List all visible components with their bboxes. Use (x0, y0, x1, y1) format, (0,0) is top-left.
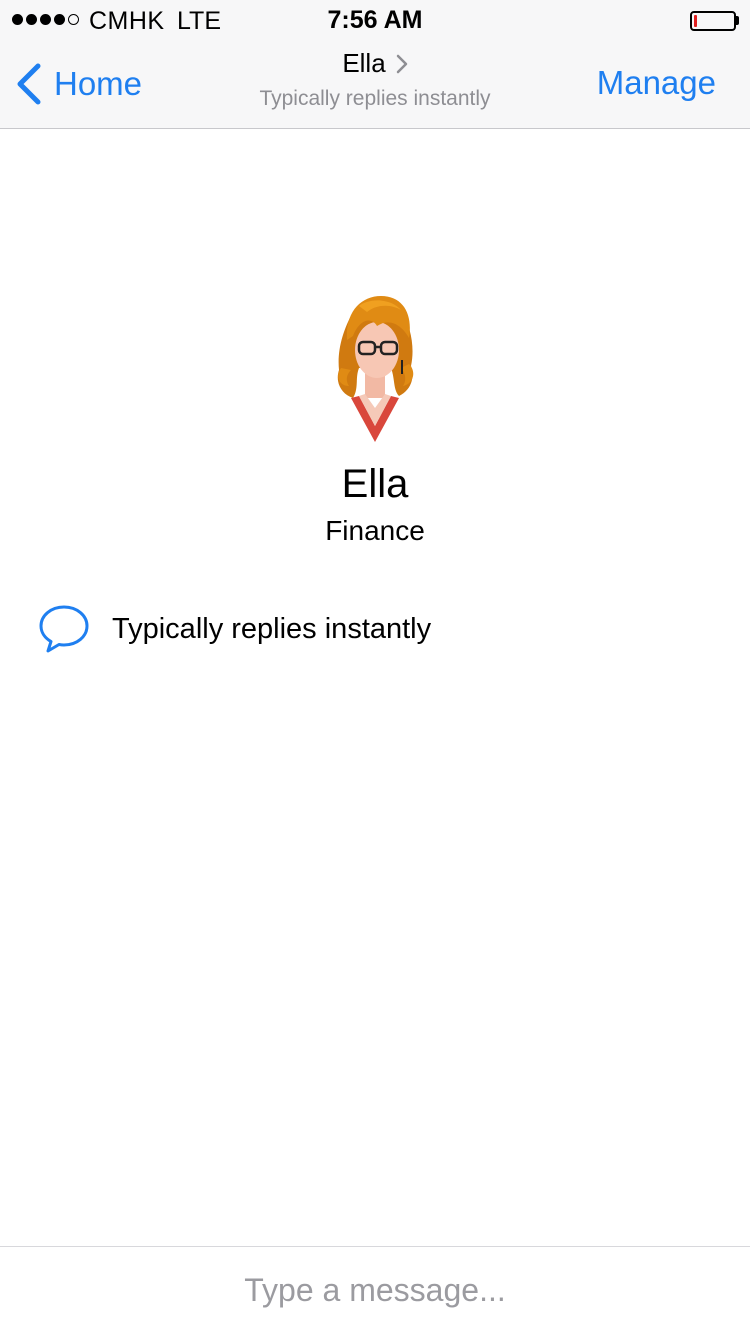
profile-department: Finance (325, 515, 425, 546)
conversation-title[interactable]: Ella Typically replies instantly (200, 48, 550, 111)
reply-info-text: Typically replies instantly (112, 612, 432, 645)
status-time: 7:56 AM (327, 6, 423, 34)
chat-screen: CMHK LTE 7:56 AM Home Ella Typically rep… (0, 0, 750, 1334)
chevron-left-icon (17, 63, 41, 105)
header-area: CMHK LTE 7:56 AM Home Ella Typically rep… (0, 0, 750, 129)
navigation-bar: Home Ella Typically replies instantly Ma… (0, 40, 750, 129)
back-button[interactable]: Home (14, 60, 142, 108)
reply-info-row: Typically replies instantly (38, 604, 431, 654)
status-bar: CMHK LTE 7:56 AM (0, 0, 750, 40)
manage-button[interactable]: Manage (597, 64, 716, 102)
speech-bubble-icon (39, 605, 89, 653)
profile-name: Ella (341, 462, 409, 506)
chevron-right-icon (396, 54, 407, 73)
back-button-label: Home (54, 65, 143, 102)
reply-time-subtitle: Typically replies instantly (259, 87, 491, 110)
battery-icon (690, 11, 736, 31)
message-composer (0, 1246, 750, 1334)
woman-with-glasses-avatar-icon (337, 296, 414, 442)
battery-level (694, 15, 697, 27)
battery-cap (736, 16, 739, 25)
contact-name: Ella (342, 48, 386, 78)
message-input[interactable] (0, 1265, 750, 1315)
